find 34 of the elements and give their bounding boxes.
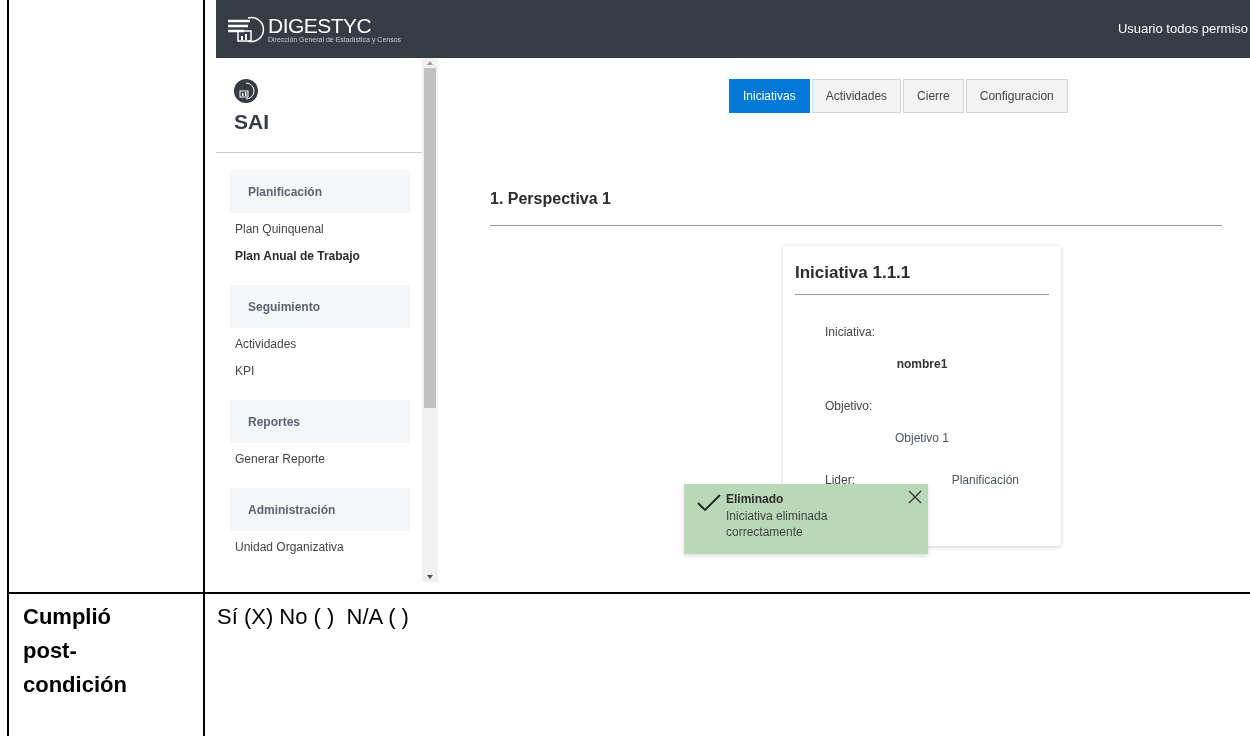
tab[interactable]: Cierre bbox=[903, 79, 964, 113]
toast-message: Iniciativa eliminada correctamente bbox=[726, 508, 829, 540]
toast-title: Eliminado bbox=[726, 491, 785, 508]
tab[interactable]: Iniciativas bbox=[729, 79, 810, 113]
close-icon[interactable] bbox=[908, 490, 922, 504]
sidebar-item[interactable]: Unidad Organizativa bbox=[235, 538, 410, 556]
sidebar-item[interactable]: KPI bbox=[235, 362, 410, 380]
field-label: Iniciativa: bbox=[824, 323, 877, 341]
sidebar-item[interactable]: Generar Reporte bbox=[235, 450, 410, 468]
logo-text: DIGESTYC bbox=[268, 14, 373, 36]
sidebar-item[interactable]: Plan Anual de Trabajo bbox=[235, 247, 410, 265]
field-label: Lider: bbox=[825, 471, 856, 489]
tab[interactable]: Actividades bbox=[811, 79, 902, 113]
field-label: Objetivo: bbox=[824, 397, 874, 415]
field-value: Objetivo 1 bbox=[894, 429, 950, 447]
app-logo-icon bbox=[234, 79, 258, 103]
sidebar-section-header: Reportes bbox=[230, 400, 410, 443]
tab[interactable]: Configuracion bbox=[965, 79, 1068, 113]
user-name: Usuario todos permiso bbox=[1117, 20, 1249, 39]
sidebar-section-header: Seguimiento bbox=[230, 285, 410, 328]
logo-icon bbox=[226, 15, 266, 43]
app-name: SAI bbox=[234, 111, 270, 132]
sidebar-item[interactable]: Actividades bbox=[235, 335, 410, 353]
sidebar-item[interactable]: Plan Quinquenal bbox=[235, 220, 410, 238]
section-heading: 1. Perspectiva 1 bbox=[490, 190, 611, 207]
scrollbar-thumb[interactable] bbox=[424, 68, 436, 408]
row-value: Sí (X) No ( ) N/A ( ) bbox=[217, 604, 409, 629]
field-value: Planificación bbox=[951, 471, 1019, 489]
sidebar-section-header: Planificación bbox=[230, 170, 410, 213]
field-value: nombre1 bbox=[895, 355, 949, 373]
row-label: Cumplió post-condición bbox=[23, 603, 128, 699]
card-title: Iniciativa 1.1.1 bbox=[795, 263, 911, 282]
checkmark-icon bbox=[696, 493, 722, 513]
sidebar-section-header: Administración bbox=[230, 488, 410, 531]
